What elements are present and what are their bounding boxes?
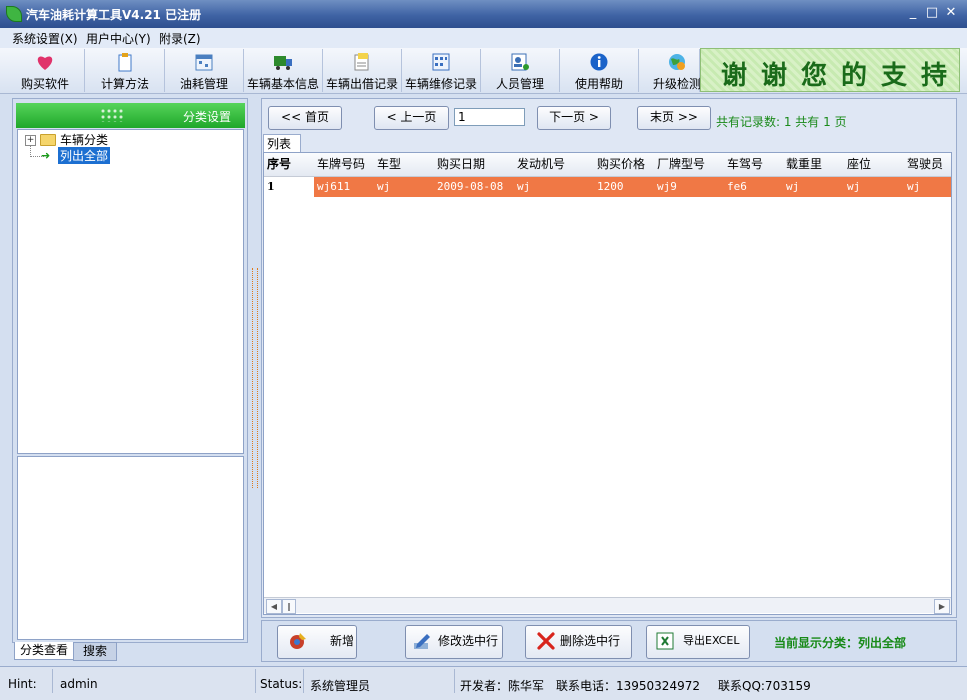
- vehicle-repair-button[interactable]: 车辆维修记录: [402, 49, 481, 92]
- column-header[interactable]: 座位: [844, 153, 908, 177]
- hint-label: Hint:: [8, 677, 37, 691]
- category-settings-label: 分类设置: [182, 110, 231, 124]
- tree-node-vehicle-category[interactable]: 车辆分类: [60, 131, 108, 148]
- tree-node-list-all[interactable]: 列出全部: [58, 147, 111, 164]
- menu-system-settings[interactable]: 系统设置(X): [12, 30, 78, 47]
- heart-icon: [37, 56, 53, 70]
- column-header[interactable]: 购买日期: [434, 153, 518, 177]
- status-label: Status:: [260, 677, 303, 691]
- category-settings-header[interactable]: 分类设置: [16, 103, 245, 128]
- tab-search[interactable]: 搜索: [73, 642, 117, 661]
- category-tree: + 车辆分类 ➜ 列出全部: [17, 129, 244, 454]
- fuel-manage-button[interactable]: 油耗管理: [165, 49, 244, 92]
- column-header[interactable]: 厂牌型号: [654, 153, 728, 177]
- table-cell[interactable]: 2009-08-08: [434, 177, 518, 197]
- table-cell[interactable]: wj: [844, 177, 908, 197]
- edit-icon: [414, 634, 430, 649]
- column-header[interactable]: 发动机号: [514, 153, 598, 177]
- thanks-banner: 谢谢您的支持: [700, 48, 960, 92]
- title-bar[interactable]: 汽车油耗计算工具V4.21 已注册 _ □ ✕: [0, 0, 967, 28]
- developer-text: 开发者：陈华军: [460, 679, 545, 693]
- folder-icon: [40, 134, 56, 146]
- column-header[interactable]: 车型: [374, 153, 438, 177]
- column-header[interactable]: 车驾号: [724, 153, 787, 177]
- scroll-left-icon[interactable]: ◀: [266, 599, 282, 614]
- grid-icon: [432, 53, 450, 71]
- record-count-text: 共有记录数: 1 共有 1 页: [716, 115, 847, 129]
- column-header[interactable]: 车牌号码: [314, 153, 378, 177]
- status-separator: [52, 669, 53, 693]
- column-header[interactable]: 购买价格: [594, 153, 658, 177]
- delete-icon: [537, 632, 555, 650]
- menu-user-center[interactable]: 用户中心(Y): [86, 30, 151, 47]
- first-page-button[interactable]: << 首页: [268, 106, 342, 130]
- status-separator: [454, 669, 455, 693]
- column-header[interactable]: 序号: [264, 153, 318, 177]
- menu-bar: 系统设置(X) 用户中心(Y) 附录(Z): [0, 28, 967, 48]
- flower-decoration-icon: [100, 108, 124, 122]
- scroll-right-icon[interactable]: ▶: [934, 599, 950, 614]
- maximize-button[interactable]: □: [924, 5, 940, 21]
- table-cell[interactable]: wj9: [654, 177, 728, 197]
- table-cell[interactable]: wj: [904, 177, 951, 197]
- page-number-input[interactable]: [454, 108, 525, 126]
- table-cell[interactable]: fe6: [724, 177, 787, 197]
- table-cell[interactable]: wj: [514, 177, 598, 197]
- splitter-grip[interactable]: [252, 268, 258, 488]
- row-number-cell[interactable]: 1: [264, 177, 318, 197]
- excel-icon: [656, 632, 674, 650]
- calendar-icon: [195, 54, 213, 71]
- clipboard-icon: [118, 53, 132, 72]
- delete-selected-button[interactable]: 删除选中行: [525, 625, 632, 659]
- column-header[interactable]: 驾驶员: [904, 153, 951, 177]
- hint-value: admin: [60, 677, 98, 691]
- phone-text: 联系电话：13950324972: [556, 679, 700, 693]
- window-title: 汽车油耗计算工具V4.21 已注册: [26, 8, 202, 22]
- vehicle-lend-button[interactable]: 车辆出借记录: [323, 49, 402, 92]
- table-cell[interactable]: wj611: [314, 177, 378, 197]
- user-card-icon: [511, 53, 529, 71]
- calc-method-button[interactable]: 计算方法: [86, 49, 165, 92]
- tab-category-view[interactable]: 分类查看: [14, 642, 74, 660]
- arrow-right-icon: ➜: [41, 149, 51, 162]
- status-value: 系统管理员: [310, 679, 371, 693]
- qq-text: 联系QQ:703159: [718, 679, 811, 693]
- prev-page-button[interactable]: < 上一页: [374, 106, 449, 130]
- help-button[interactable]: 使用帮助: [560, 49, 639, 92]
- add-button[interactable]: 新增: [277, 625, 357, 659]
- minimize-button[interactable]: _: [905, 5, 921, 21]
- category-detail-area: [17, 456, 244, 640]
- close-button[interactable]: ✕: [943, 5, 959, 21]
- export-excel-button[interactable]: 导出EXCEL: [646, 625, 750, 659]
- horizontal-scrollbar[interactable]: ◀ ‖ ▶: [264, 597, 951, 614]
- scroll-thumb[interactable]: ‖: [282, 599, 296, 614]
- globe-icon: [669, 54, 685, 70]
- app-leaf-icon: [6, 6, 22, 22]
- table-cell[interactable]: wj: [374, 177, 438, 197]
- vehicle-table: 序号 车牌号码 车型 购买日期 发动机号 购买价格 厂牌型号 车驾号 载重里 座位 驾驶员 1 wj6…: [263, 152, 952, 615]
- table-cell[interactable]: 1200: [594, 177, 658, 197]
- edit-selected-button[interactable]: 修改选中行: [405, 625, 503, 659]
- next-page-button[interactable]: 下一页 >: [537, 106, 611, 130]
- banner-text: 谢谢您的支持: [721, 61, 962, 91]
- last-page-button[interactable]: 末页 >>: [637, 106, 711, 130]
- add-icon: [290, 633, 306, 649]
- truck-icon: [274, 56, 292, 70]
- buy-software-button[interactable]: 购买软件: [6, 49, 85, 92]
- menu-appendix[interactable]: 附录(Z): [159, 30, 201, 47]
- note-icon: [354, 53, 369, 71]
- info-icon: [590, 53, 608, 71]
- status-separator: [303, 669, 304, 693]
- current-category-text: 当前显示分类：列出全部: [774, 636, 907, 650]
- staff-manage-button[interactable]: 人员管理: [481, 49, 560, 92]
- tab-list[interactable]: 列表: [263, 134, 301, 152]
- table-cell[interactable]: wj: [783, 177, 848, 197]
- panel-splitter[interactable]: [250, 98, 259, 660]
- vehicle-info-button[interactable]: 车辆基本信息: [244, 49, 323, 92]
- column-header[interactable]: 载重里: [783, 153, 848, 177]
- status-separator: [255, 669, 256, 693]
- update-check-button[interactable]: 升级检测: [639, 49, 701, 92]
